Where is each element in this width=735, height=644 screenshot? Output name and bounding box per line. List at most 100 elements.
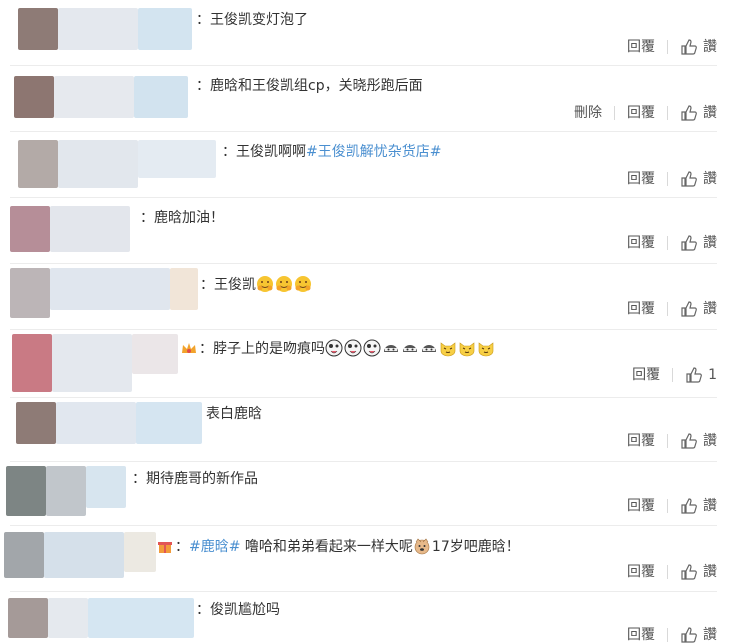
like-button[interactable]: 讚 [680,38,717,56]
blurred-username[interactable] [54,76,134,118]
reply-button[interactable]: 回覆 [627,38,655,56]
comment-item: ：鹿晗加油！ 回覆 讚 [0,198,735,264]
hug-emoji [257,276,273,292]
like-label: 讚 [703,627,717,643]
hashtag-link[interactable]: #王俊凯解忧杂货店# [306,144,441,160]
thumbs-up-icon [681,627,697,643]
avatar[interactable] [16,402,56,444]
like-label: 讚 [703,498,717,514]
silly-emoji [344,339,362,357]
comment-text: ：脖子上的是吻痕吗 [180,339,496,358]
reply-button[interactable]: 回覆 [627,497,655,515]
blurred-username[interactable] [52,334,132,392]
avatar[interactable] [18,140,58,188]
hashtag-link[interactable]: #鹿晗# [189,539,240,555]
avatar[interactable] [12,334,52,392]
mask-emoji [422,345,436,352]
reply-button[interactable]: 回覆 [627,432,655,450]
divider [667,565,668,579]
blurred-username[interactable] [58,140,138,188]
like-button[interactable]: 讚 [680,497,717,515]
hug-emoji [276,276,292,292]
like-label: 讚 [703,105,717,121]
divider [667,302,668,316]
avatar[interactable] [14,76,54,118]
blurred-username[interactable] [44,532,124,578]
like-button[interactable]: 讚 [680,626,717,644]
thumbs-up-icon [681,433,697,449]
thumbs-up-icon [681,171,697,187]
like-button[interactable]: 讚 [680,170,717,188]
divider [672,368,674,382]
comment-actions: 回覆 1 [632,366,717,384]
like-label: 讚 [703,301,717,317]
avatar[interactable] [18,8,58,50]
blurred-username [124,532,156,572]
comment-text-main: ：王俊凯啊啊 [222,144,306,160]
like-button[interactable]: 1 [685,366,717,384]
like-button[interactable]: 讚 [680,104,717,122]
blurred-username [134,76,188,118]
thumbs-up-icon [681,105,697,121]
comment-item: ：王俊凯变灯泡了 回覆 讚 [0,0,735,66]
like-label: 讚 [703,171,717,187]
blurred-username [88,598,194,638]
blurred-username[interactable] [48,598,88,638]
like-button[interactable]: 讚 [680,563,717,581]
delete-button[interactable]: 刪除 [574,104,602,122]
like-count: 1 [708,367,717,383]
comment-item: ：俊凯尴尬吗 回覆 讚 [0,592,735,643]
reply-button[interactable]: 回覆 [627,563,655,581]
divider [667,40,668,54]
avatar[interactable] [4,532,44,578]
blurred-username[interactable] [46,466,86,516]
silly-emoji [325,339,343,357]
thumbs-up-icon [681,235,697,251]
thumbs-up-icon [686,367,702,383]
like-button[interactable]: 讚 [680,234,717,252]
comment-actions: 回覆 讚 [627,234,717,252]
mask-emoji [384,345,398,352]
comment-text: ：王俊凯啊啊#王俊凯解忧杂货店# [222,143,441,161]
thumbs-up-icon [681,498,697,514]
thumbs-up-icon [681,564,697,580]
avatar[interactable] [6,466,46,516]
divider [667,499,668,513]
comment-actions: 刪除 回覆 讚 [574,104,717,122]
blurred-username[interactable] [50,206,130,252]
comment-text: ：鹿晗加油！ [140,210,224,226]
comment-text: ：期待鹿哥的新作品 [132,471,258,487]
reply-button[interactable]: 回覆 [627,626,655,644]
like-button[interactable]: 讚 [680,300,717,318]
blurred-username[interactable] [58,8,138,50]
mask-emoji [403,345,417,352]
hug-emoji [295,276,311,292]
avatar[interactable] [10,268,50,318]
reply-button[interactable]: 回覆 [627,300,655,318]
reply-button[interactable]: 回覆 [627,104,655,122]
comment-item: ：王俊凯啊啊#王俊凯解忧杂货店# 回覆 讚 [0,132,735,198]
comment-item: ：期待鹿哥的新作品 回覆 讚 [0,462,735,526]
reply-button[interactable]: 回覆 [627,170,655,188]
avatar[interactable] [10,206,50,252]
cat-emoji [478,342,494,357]
blurred-username[interactable] [50,268,170,310]
divider [667,434,668,448]
reply-button[interactable]: 回覆 [632,366,660,384]
like-button[interactable]: 讚 [680,432,717,450]
comment-text: ：王俊凯变灯泡了 [196,12,308,28]
comment-text: ：#鹿晗# 噜哈和弟弟看起来一样大呢 17岁吧鹿晗！ [156,537,520,556]
comment-actions: 回覆 讚 [627,300,717,318]
comment-item: ：王俊凯 回覆 讚 [0,264,735,330]
reply-button[interactable]: 回覆 [627,234,655,252]
blurred-username [136,402,202,444]
like-label: 讚 [703,564,717,580]
comment-actions: 回覆 讚 [627,170,717,188]
avatar[interactable] [8,598,48,638]
comment-actions: 回覆 讚 [627,626,717,644]
blurred-username[interactable] [56,402,136,444]
comment-text-middle: 噜哈和弟弟看起来一样大呢 [240,539,413,555]
comment-actions: 回覆 讚 [627,563,717,581]
comment-item: 表白鹿晗 回覆 讚 [0,398,735,462]
comment-text-end: 17岁吧鹿晗！ [431,539,520,555]
